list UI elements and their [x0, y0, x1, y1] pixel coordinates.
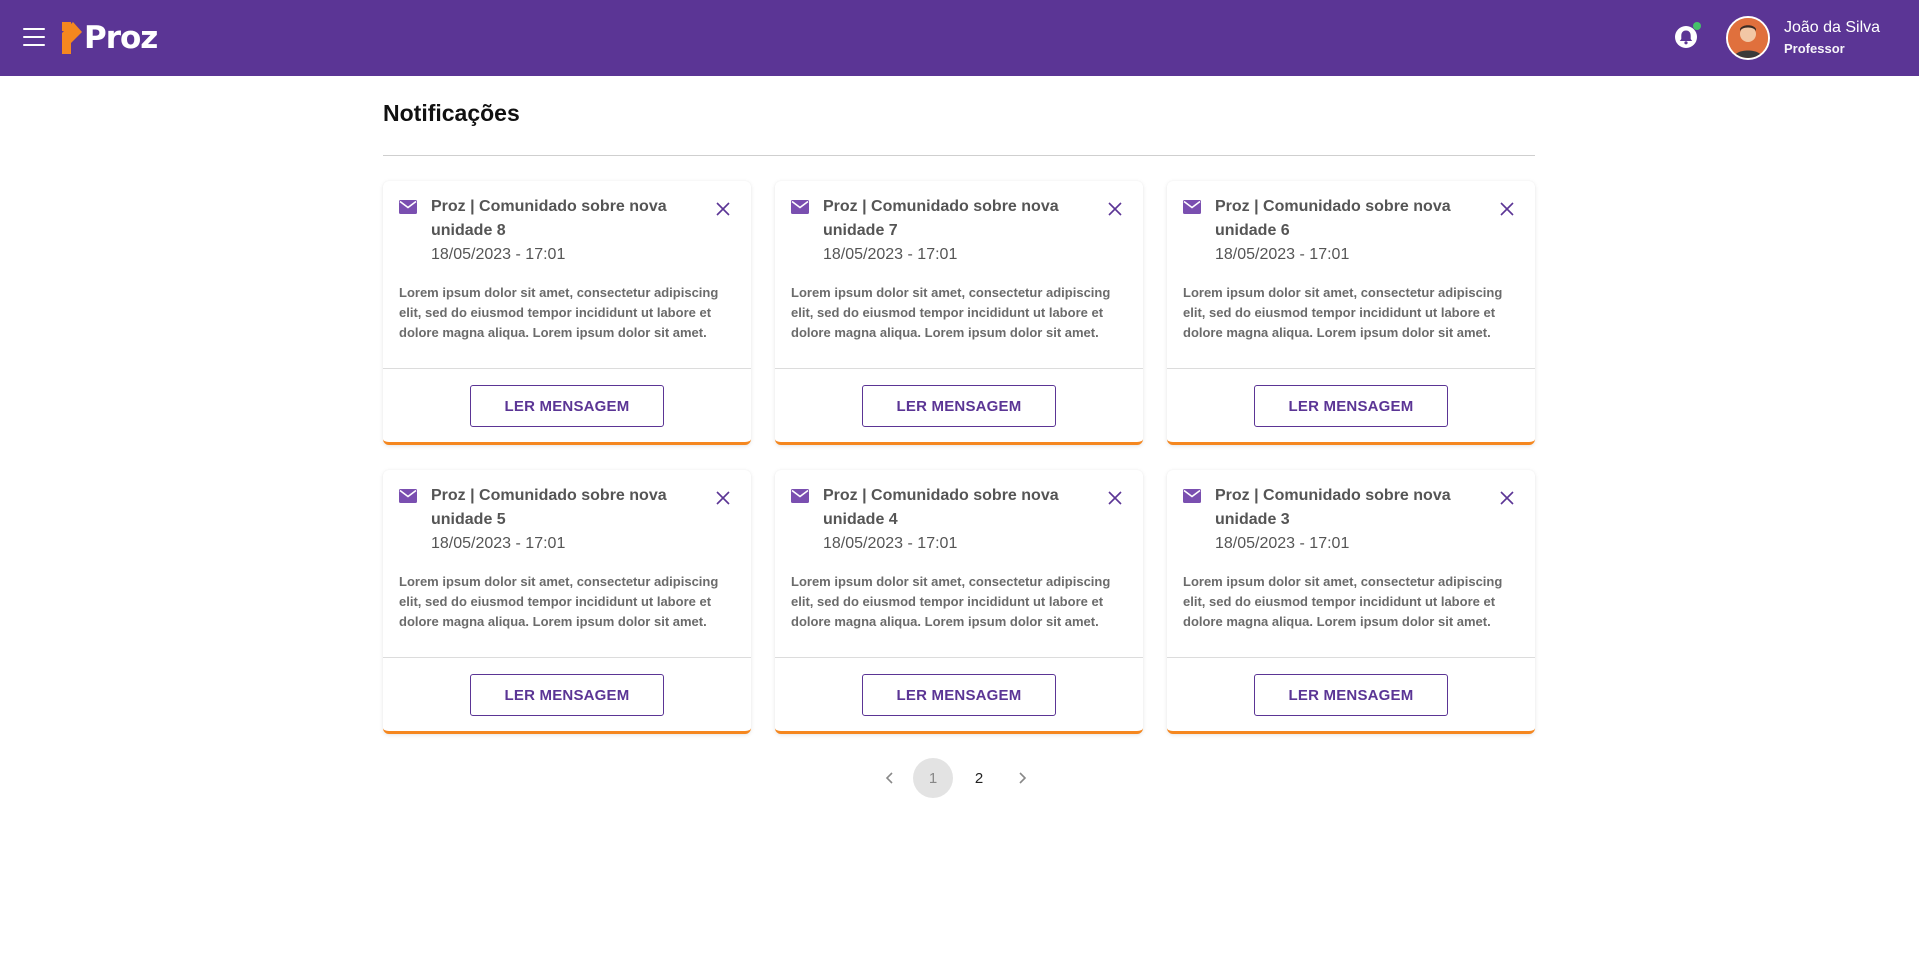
menu-icon[interactable] — [23, 28, 45, 46]
card-divider — [383, 368, 751, 369]
page-title: Notificações — [383, 100, 520, 126]
user-avatar-icon — [1728, 18, 1768, 58]
title-divider — [383, 155, 1535, 156]
proz-logo[interactable]: Proz — [62, 20, 158, 56]
notification-card: Proz | Comunidado sobre nova unidade 5 1… — [383, 470, 751, 734]
read-message-button[interactable]: LER MENSAGEM — [1254, 674, 1448, 716]
online-status-dot — [1693, 22, 1701, 30]
close-icon[interactable] — [1499, 490, 1515, 506]
pagination: 1 2 — [870, 758, 1042, 798]
card-divider — [1167, 657, 1535, 658]
notification-body: Lorem ipsum dolor sit amet, consectetur … — [1183, 574, 1503, 629]
page-button-1[interactable]: 1 — [913, 758, 953, 798]
notification-date: 18/05/2023 - 17:01 — [431, 246, 566, 263]
notification-card: Proz | Comunidado sobre nova unidade 7 1… — [775, 181, 1143, 445]
read-message-button[interactable]: LER MENSAGEM — [862, 674, 1056, 716]
card-divider — [775, 368, 1143, 369]
notification-body: Lorem ipsum dolor sit amet, consectetur … — [399, 574, 719, 629]
notification-date: 18/05/2023 - 17:01 — [1215, 535, 1350, 552]
close-icon[interactable] — [1107, 490, 1123, 506]
chevron-left-icon — [885, 772, 893, 784]
read-message-button[interactable]: LER MENSAGEM — [470, 674, 664, 716]
read-message-button[interactable]: LER MENSAGEM — [470, 385, 664, 427]
chevron-right-icon — [1019, 772, 1027, 784]
user-name: João da Silva — [1784, 19, 1881, 36]
read-message-button[interactable]: LER MENSAGEM — [1254, 385, 1448, 427]
notifications-grid: Proz | Comunidado sobre nova unidade 8 1… — [383, 181, 1535, 734]
notification-date: 18/05/2023 - 17:01 — [431, 535, 566, 552]
notification-body: Lorem ipsum dolor sit amet, consectetur … — [791, 285, 1111, 340]
notification-date: 18/05/2023 - 17:01 — [823, 246, 958, 263]
proz-logo-mark-icon — [62, 22, 82, 54]
mail-icon — [791, 489, 809, 503]
logo-text: Proz — [84, 20, 158, 56]
notification-title[interactable]: Proz | Comunidado sobre nova unidade 8 — [431, 195, 701, 243]
notification-card: Proz | Comunidado sobre nova unidade 3 1… — [1167, 470, 1535, 734]
mail-icon — [399, 489, 417, 503]
avatar[interactable] — [1726, 16, 1770, 60]
top-app-bar: Proz João da Silva Professor — [0, 0, 1919, 76]
user-info[interactable]: João da Silva Professor — [1784, 17, 1880, 59]
notification-body: Lorem ipsum dolor sit amet, consectetur … — [791, 574, 1111, 629]
mail-icon — [1183, 489, 1201, 503]
mail-icon — [399, 200, 417, 214]
notification-body: Lorem ipsum dolor sit amet, consectetur … — [399, 285, 719, 340]
notification-title[interactable]: Proz | Comunidado sobre nova unidade 7 — [823, 195, 1093, 243]
notification-title[interactable]: Proz | Comunidado sobre nova unidade 6 — [1215, 195, 1485, 243]
card-divider — [775, 657, 1143, 658]
notification-card: Proz | Comunidado sobre nova unidade 6 1… — [1167, 181, 1535, 445]
notification-title[interactable]: Proz | Comunidado sobre nova unidade 4 — [823, 484, 1093, 532]
card-divider — [383, 657, 751, 658]
next-page-button[interactable] — [1002, 758, 1042, 798]
notification-body: Lorem ipsum dolor sit amet, consectetur … — [1183, 285, 1503, 340]
user-role: Professor — [1784, 41, 1845, 56]
close-icon[interactable] — [715, 490, 731, 506]
notification-card: Proz | Comunidado sobre nova unidade 4 1… — [775, 470, 1143, 734]
notification-bell-icon[interactable] — [1673, 22, 1703, 52]
previous-page-button[interactable] — [870, 758, 910, 798]
page-button-2[interactable]: 2 — [959, 758, 999, 798]
read-message-button[interactable]: LER MENSAGEM — [862, 385, 1056, 427]
notification-card: Proz | Comunidado sobre nova unidade 8 1… — [383, 181, 751, 445]
mail-icon — [791, 200, 809, 214]
notification-title[interactable]: Proz | Comunidado sobre nova unidade 3 — [1215, 484, 1485, 532]
close-icon[interactable] — [1499, 201, 1515, 217]
notification-title[interactable]: Proz | Comunidado sobre nova unidade 5 — [431, 484, 701, 532]
close-icon[interactable] — [715, 201, 731, 217]
close-icon[interactable] — [1107, 201, 1123, 217]
notification-date: 18/05/2023 - 17:01 — [1215, 246, 1350, 263]
card-divider — [1167, 368, 1535, 369]
notification-date: 18/05/2023 - 17:01 — [823, 535, 958, 552]
mail-icon — [1183, 200, 1201, 214]
